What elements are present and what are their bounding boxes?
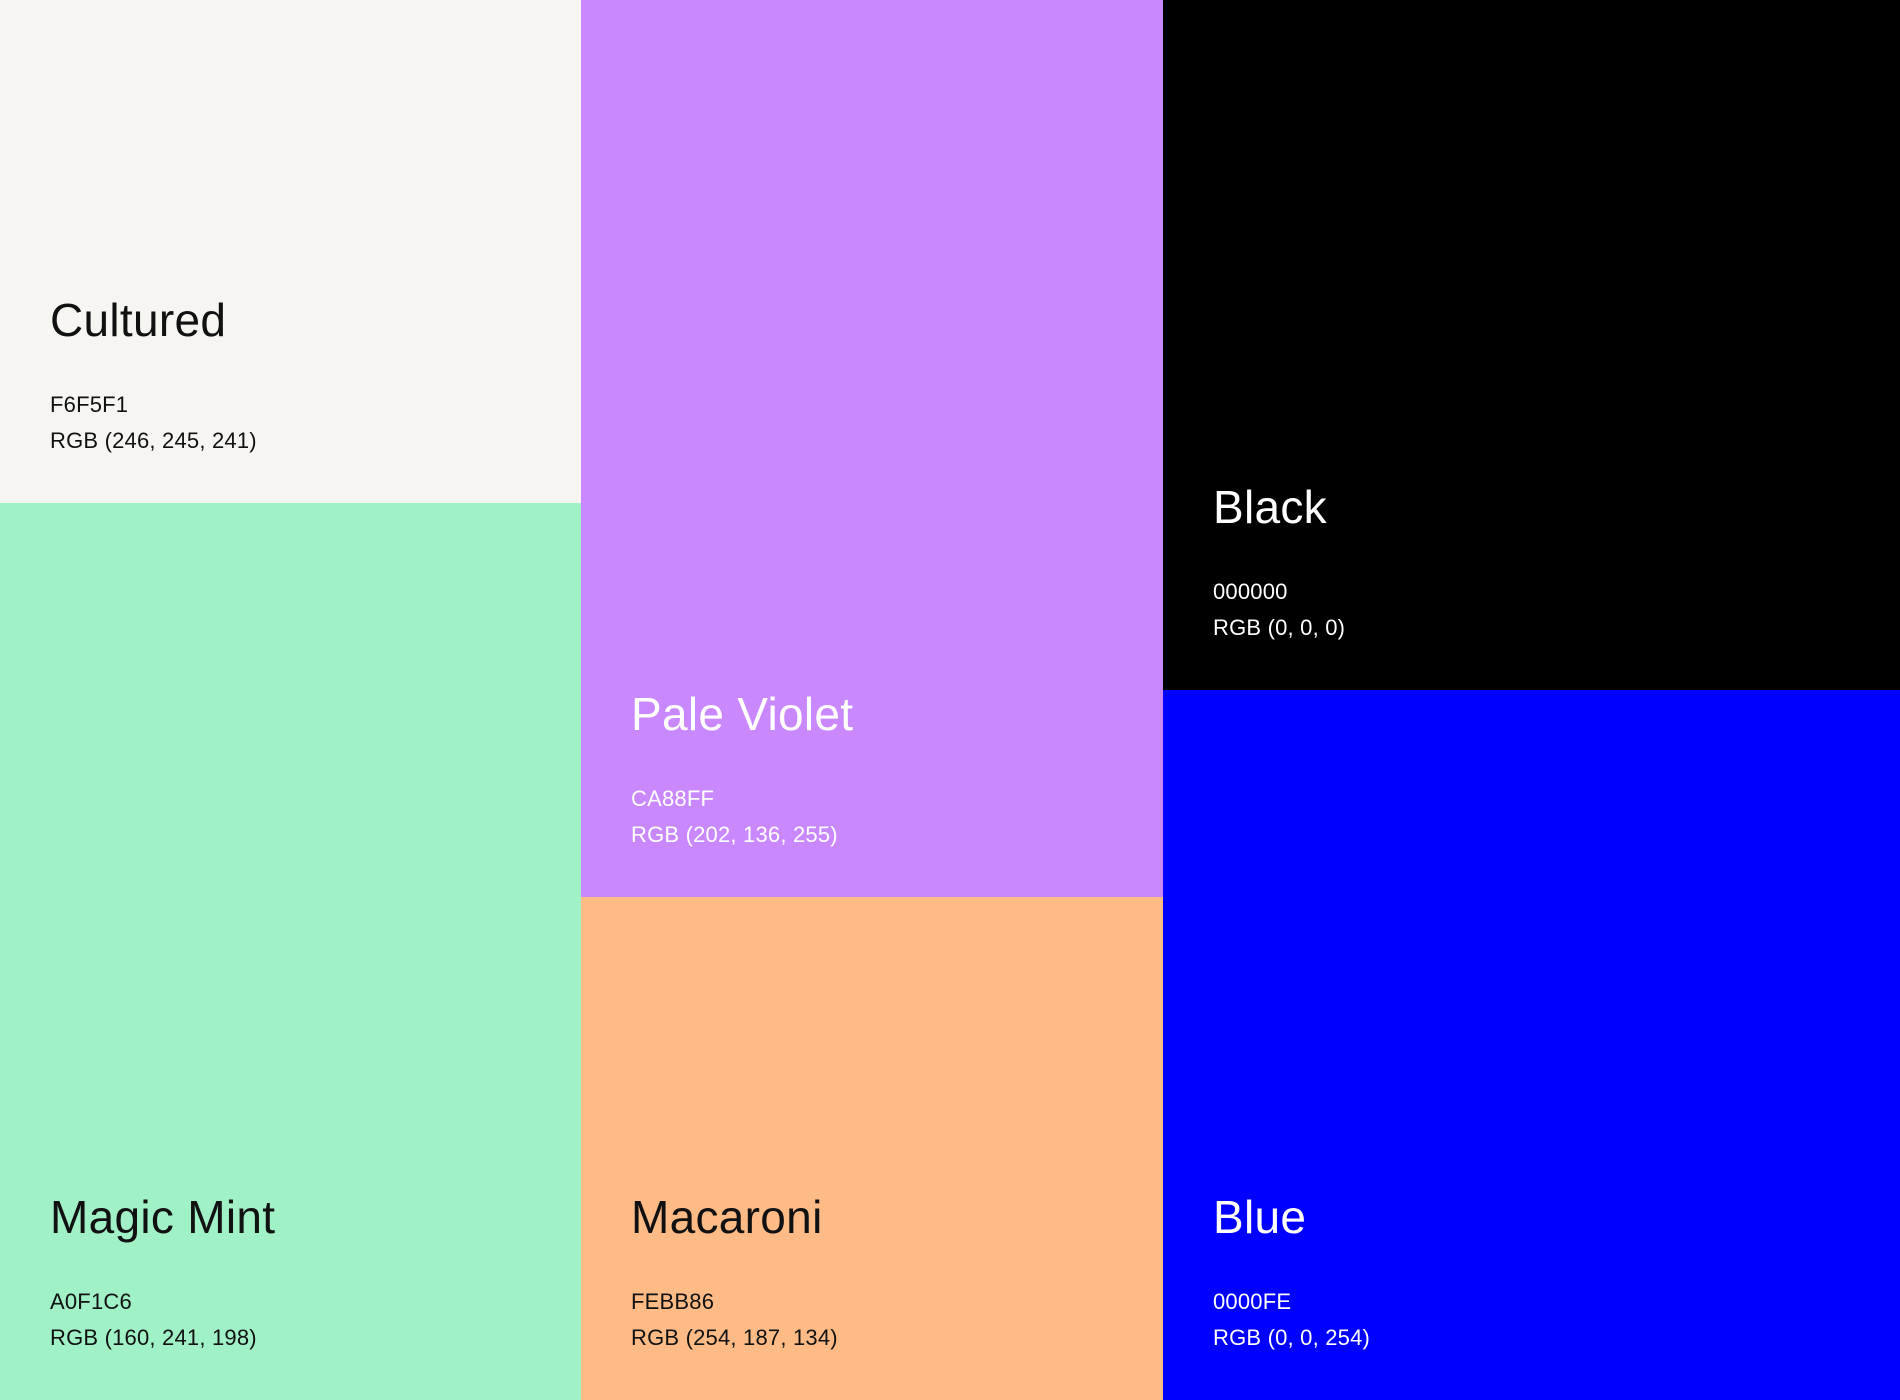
swatch-black: Black 000000 RGB (0, 0, 0): [1163, 0, 1900, 690]
swatch-rgb-value: RGB (0, 0, 254): [1213, 1325, 1371, 1350]
swatch-pale-violet: Pale Violet CA88FF RGB (202, 136, 255): [581, 0, 1163, 897]
swatch-rgb-value: RGB (0, 0, 0): [1213, 615, 1346, 640]
swatch-rgb-value: RGB (202, 136, 255): [631, 822, 838, 847]
swatch-name: Macaroni: [631, 1191, 823, 1243]
swatch-hex-code: CA88FF: [631, 786, 715, 811]
swatch-hex-code: A0F1C6: [50, 1289, 132, 1314]
swatch-rgb-value: RGB (160, 241, 198): [50, 1325, 257, 1350]
swatch-name: Blue: [1213, 1191, 1307, 1243]
swatch-name: Black: [1213, 481, 1327, 533]
swatch-magic-mint: Magic Mint A0F1C6 RGB (160, 241, 198): [0, 503, 581, 1400]
swatch-rgb-value: RGB (254, 187, 134): [631, 1325, 838, 1350]
swatch-blue: Blue 0000FE RGB (0, 0, 254): [1163, 690, 1900, 1400]
swatch-name: Magic Mint: [50, 1191, 276, 1243]
swatch-hex-code: FEBB86: [631, 1289, 715, 1314]
swatch-hex-code: F6F5F1: [50, 392, 129, 417]
swatch-name: Cultured: [50, 294, 227, 346]
color-palette: Cultured F6F5F1 RGB (246, 245, 241) Magi…: [0, 0, 1900, 1400]
swatch-rgb-value: RGB (246, 245, 241): [50, 428, 257, 453]
swatch-name: Pale Violet: [631, 688, 854, 740]
swatch-cultured: Cultured F6F5F1 RGB (246, 245, 241): [0, 0, 581, 503]
swatch-hex-code: 0000FE: [1213, 1289, 1292, 1314]
swatch-hex-code: 000000: [1213, 579, 1288, 604]
swatch-macaroni: Macaroni FEBB86 RGB (254, 187, 134): [581, 897, 1163, 1400]
